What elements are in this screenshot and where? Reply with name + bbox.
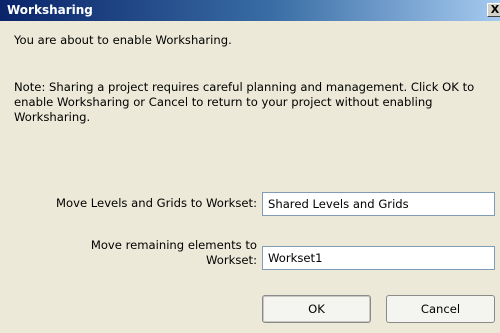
levels-workset-input[interactable]	[262, 192, 495, 216]
window-title: Worksharing	[7, 3, 93, 17]
ok-button[interactable]: OK	[262, 295, 371, 323]
intro-text: You are about to enable Worksharing.	[14, 33, 232, 47]
worksharing-dialog: Worksharing X You are about to enable Wo…	[0, 0, 500, 333]
close-button[interactable]: X	[487, 3, 500, 17]
title-bar[interactable]: Worksharing X	[0, 0, 500, 21]
remaining-workset-label: Move remaining elements to Workset:	[90, 238, 257, 267]
close-icon: X	[490, 3, 500, 16]
note-text: Note: Sharing a project requires careful…	[14, 80, 475, 124]
remaining-workset-input[interactable]	[262, 246, 495, 270]
levels-workset-label: Move Levels and Grids to Workset:	[56, 196, 257, 210]
cancel-button[interactable]: Cancel	[386, 295, 495, 323]
